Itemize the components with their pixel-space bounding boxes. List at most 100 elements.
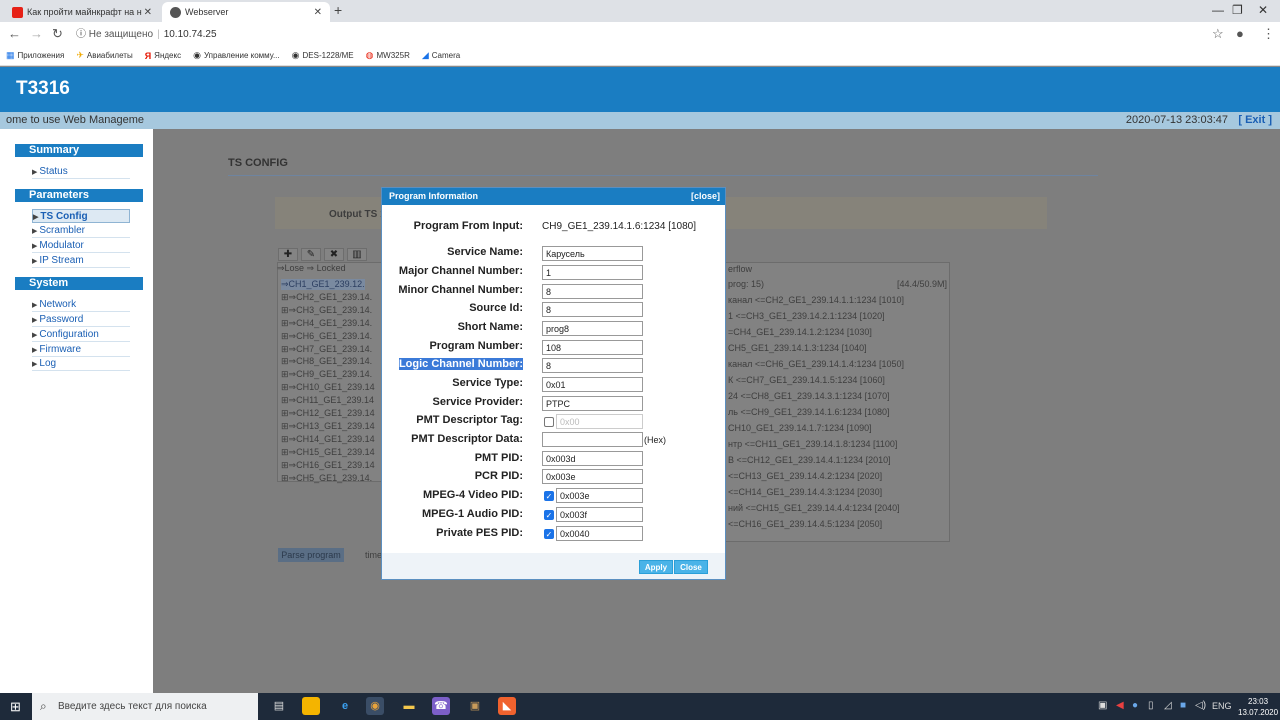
output-program-row[interactable]: К <=CH7_GE1_239.14.1.5:1234 [1060] [728, 375, 885, 385]
input-channel-row[interactable]: ⊞⇒CH6_GE1_239.14. [281, 331, 372, 342]
service-type-input[interactable] [542, 377, 643, 392]
bookmark-upravlenie[interactable]: ◉ Управление комму... [193, 50, 280, 61]
close-tab-icon[interactable]: ✕ [314, 7, 322, 18]
pmt-descriptor-data-input[interactable] [542, 432, 643, 447]
input-channel-row[interactable]: ⊞⇒CH13_GE1_239.14 [281, 421, 375, 432]
output-program-row[interactable]: ний <=CH15_GE1_239.14.4.4:1234 [2040] [728, 503, 900, 513]
sidebar-item-status[interactable]: ▶ Status [32, 165, 130, 179]
input-channel-row[interactable]: ⊞⇒CH14_GE1_239.14 [281, 434, 375, 445]
sidebar-item-modulator[interactable]: ▶ Modulator [32, 239, 130, 253]
input-channel-row[interactable]: ⊞⇒CH12_GE1_239.14 [281, 408, 375, 419]
output-program-row[interactable]: нтр <=CH11_GE1_239.14.1.8:1234 [1100] [728, 439, 897, 449]
browser-tab-webserver[interactable]: Webserver ✕ [162, 2, 330, 22]
parse-program-button[interactable]: Parse program [278, 548, 344, 562]
apply-button[interactable]: Apply [639, 560, 673, 574]
output-program-row[interactable]: <=CH16_GE1_239.14.4.5:1234 [2050] [728, 519, 882, 529]
input-channel-row[interactable]: ⊞⇒CH16_GE1_239.14 [281, 460, 375, 471]
browser-tab-minecraft[interactable]: Как пройти майнкрафт на н ✕ [4, 2, 160, 22]
menu-icon[interactable]: ⋮ [1262, 26, 1275, 42]
pmt-descriptor-tag-input[interactable] [556, 414, 643, 429]
output-program-row[interactable]: CH10_GE1_239.14.1.7:1234 [1090] [728, 423, 872, 433]
bookmark-star-icon[interactable]: ☆ [1212, 26, 1224, 42]
bookmark-apps[interactable]: ▦ Приложения [6, 50, 64, 61]
service-name-input[interactable] [542, 246, 643, 261]
private-pes-checkbox[interactable]: ✓ [544, 529, 554, 539]
battery-icon[interactable]: ▯ [1148, 700, 1154, 711]
input-channel-row[interactable]: ⇒CH1_GE1_239.12. [281, 279, 365, 290]
input-channel-row[interactable]: ⊞⇒CH11_GE1_239.14 [281, 395, 374, 406]
bookmark-mw325r[interactable]: ◍ MW325R [366, 50, 410, 61]
close-button[interactable]: Close [674, 560, 708, 574]
input-language[interactable]: ENG [1212, 701, 1232, 711]
mpeg1-audio-pid-input[interactable] [556, 507, 643, 522]
sidebar-item-configuration[interactable]: ▶ Configuration [32, 328, 130, 342]
close-window-button[interactable]: ✕ [1258, 3, 1268, 17]
exit-link[interactable]: [ Exit ] [1238, 114, 1272, 126]
trash-icon[interactable]: ▥ [347, 248, 367, 261]
output-program-row[interactable]: <=CH13_GE1_239.14.4.2:1234 [2020] [728, 471, 882, 481]
sidebar-item-ip-stream[interactable]: ▶ IP Stream [32, 254, 130, 268]
add-icon[interactable]: ✚ [278, 248, 298, 261]
output-program-row[interactable]: 24 <=CH8_GE1_239.14.3.1:1234 [1070] [728, 391, 890, 401]
input-channel-row[interactable]: ⊞⇒CH5_GE1_239.14. [281, 473, 372, 484]
restore-button[interactable]: ❐ [1232, 3, 1243, 17]
pmt-descriptor-tag-checkbox[interactable] [544, 417, 554, 427]
program-number-input[interactable] [542, 340, 643, 355]
input-channel-row[interactable]: ⊞⇒CH10_GE1_239.14 [281, 382, 375, 393]
windows-start-icon[interactable]: ⊞ [10, 699, 21, 715]
sidebar-section-summary[interactable]: Summary [15, 144, 143, 157]
input-channel-row[interactable]: ⊞⇒CH9_GE1_239.14. [281, 369, 372, 380]
input-channel-row[interactable]: ⊞⇒CH7_GE1_239.14. [281, 344, 372, 355]
edge-icon[interactable]: e [336, 697, 354, 715]
back-icon[interactable]: ← [8, 26, 21, 41]
sidebar-section-parameters[interactable]: Parameters [15, 189, 143, 202]
taskbar-clock[interactable]: 23:03 13.07.2020 [1238, 696, 1278, 718]
minimize-button[interactable]: — [1212, 3, 1224, 17]
tray-app-icon[interactable]: ◀ [1116, 700, 1124, 711]
app-icon[interactable] [302, 697, 320, 715]
tray-app-icon[interactable]: ■ [1180, 700, 1186, 711]
new-tab-button[interactable]: + [334, 2, 342, 18]
output-program-row[interactable]: ль <=CH9_GE1_239.14.1.6:1234 [1080] [728, 407, 890, 417]
file-explorer-icon[interactable]: ▬ [400, 697, 418, 715]
reload-icon[interactable]: ↻ [52, 26, 63, 42]
short-name-input[interactable] [542, 321, 643, 336]
sidebar-item-scrambler[interactable]: ▶ Scrambler [32, 224, 130, 238]
input-channel-row[interactable]: ⊞⇒CH8_GE1_239.14. [281, 356, 372, 367]
mpeg1-audio-checkbox[interactable]: ✓ [544, 510, 554, 520]
tray-app-icon[interactable]: ▣ [1098, 700, 1107, 711]
tray-app-icon[interactable]: ● [1132, 700, 1138, 711]
chrome-icon[interactable]: ◉ [366, 697, 384, 715]
app-icon[interactable]: ◣ [498, 697, 516, 715]
source-id-input[interactable] [542, 302, 643, 317]
minor-channel-input[interactable] [542, 284, 643, 299]
input-channel-row[interactable]: ⊞⇒CH2_GE1_239.14. [281, 292, 372, 303]
major-channel-input[interactable] [542, 265, 643, 280]
viber-icon[interactable]: ☎ [432, 697, 450, 715]
output-program-row[interactable]: В <=CH12_GE1_239.14.4.1:1234 [2010] [728, 455, 891, 465]
output-program-row[interactable]: канал <=CH2_GE1_239.14.1.1:1234 [1010] [728, 295, 904, 305]
bookmark-des1228[interactable]: ◉ DES-1228/ME [292, 50, 354, 61]
info-icon[interactable]: ⓘ [76, 29, 86, 40]
input-channel-row[interactable]: ⊞⇒CH3_GE1_239.14. [281, 305, 372, 316]
logic-channel-input[interactable] [542, 358, 643, 373]
output-program-row[interactable]: =CH4_GE1_239.14.1.2:1234 [1030] [728, 327, 872, 337]
network-icon[interactable]: ◿ [1164, 700, 1172, 711]
output-program-row[interactable]: канал <=CH6_GE1_239.14.1.4:1234 [1050] [728, 359, 904, 369]
service-provider-input[interactable] [542, 396, 643, 411]
pmt-pid-input[interactable] [542, 451, 643, 466]
profile-icon[interactable]: ● [1236, 26, 1244, 41]
task-view-icon[interactable]: ▤ [270, 697, 288, 715]
address-bar[interactable]: ⓘ Не защищено | 10.10.74.25 [76, 25, 217, 40]
input-channel-row[interactable]: ⊞⇒CH4_GE1_239.14. [281, 318, 372, 329]
sidebar-item-firmware[interactable]: ▶ Firmware [32, 343, 130, 357]
box-icon[interactable]: ▣ [466, 697, 484, 715]
bookmark-yandex[interactable]: Я Яндекс [145, 51, 181, 61]
output-program-row[interactable]: <=CH14_GE1_239.14.4.3:1234 [2030] [728, 487, 882, 497]
delete-icon[interactable]: ✖ [324, 248, 344, 261]
dialog-close-link[interactable]: [close] [691, 188, 720, 205]
edit-icon[interactable]: ✎ [301, 248, 321, 261]
sidebar-section-system[interactable]: System [15, 277, 143, 290]
bookmark-camera[interactable]: ◢ Camera [422, 50, 460, 61]
sidebar-item-log[interactable]: ▶ Log [32, 357, 130, 371]
